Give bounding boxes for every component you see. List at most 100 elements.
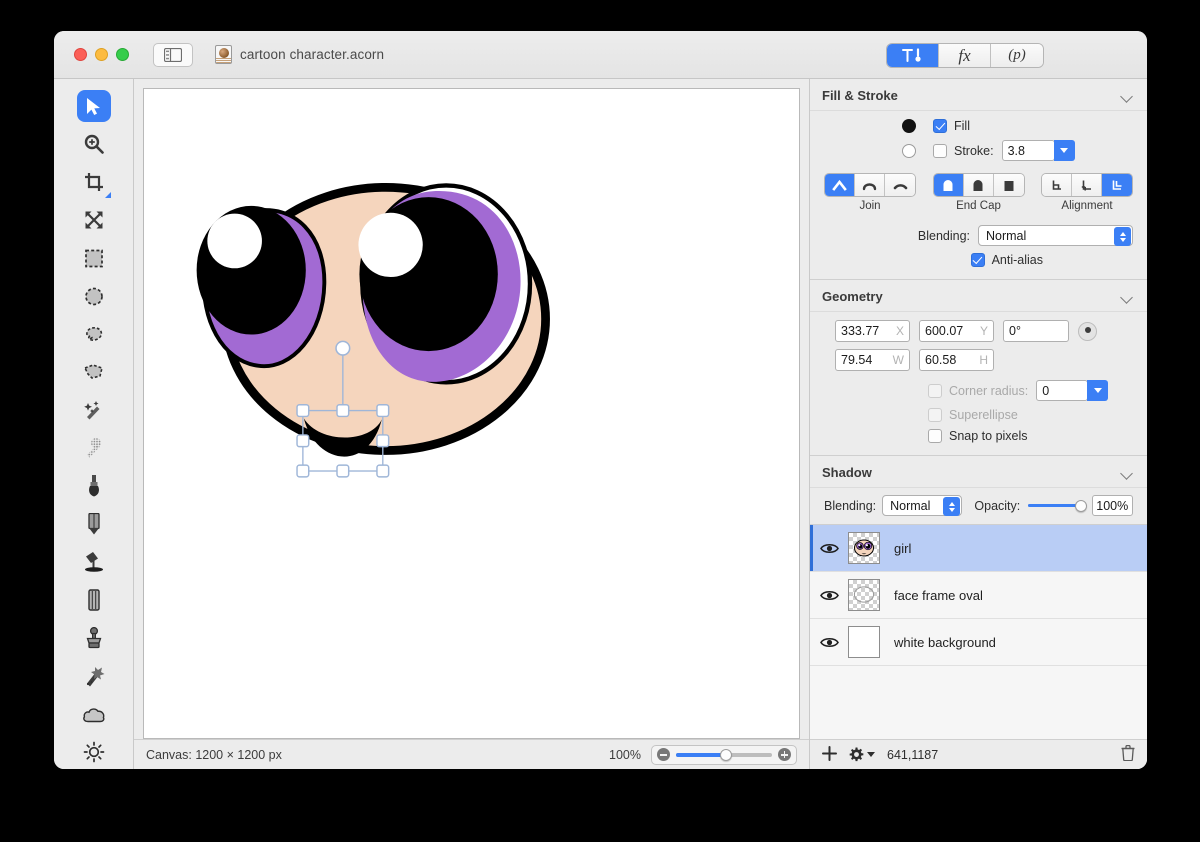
eraser-tool[interactable]: [74, 581, 114, 619]
alignment-group: Alignment: [1041, 173, 1133, 212]
layer-visibility-toggle[interactable]: [810, 589, 848, 602]
align-outside-option[interactable]: [1102, 174, 1132, 196]
canvas[interactable]: [143, 88, 800, 739]
tools-inspector-tab[interactable]: [887, 44, 939, 67]
geometry-x-field[interactable]: 333.77 X: [835, 320, 910, 342]
rotation-dial[interactable]: [1078, 321, 1097, 341]
pencil-tool[interactable]: [74, 505, 114, 543]
list-item[interactable]: girl: [810, 525, 1147, 572]
shadow-opacity-field[interactable]: 100%: [1091, 495, 1133, 516]
blending-mode-select[interactable]: Normal: [978, 225, 1133, 246]
shadow-title: Shadow: [822, 465, 872, 480]
lasso-tool[interactable]: [74, 315, 114, 353]
zoom-slider-track[interactable]: [676, 748, 772, 761]
inspector-tab-group[interactable]: fx (p): [886, 43, 1044, 68]
shadow-blending-select[interactable]: Normal: [882, 495, 963, 516]
shadow-header[interactable]: Shadow: [810, 456, 1147, 488]
minimize-button[interactable]: [95, 48, 108, 61]
join-round-option[interactable]: [855, 174, 885, 196]
chevron-down-icon[interactable]: [1121, 90, 1133, 102]
fill-checkbox[interactable]: [933, 119, 947, 133]
zoom-in-icon[interactable]: [778, 748, 791, 761]
superellipse-checkbox[interactable]: [928, 408, 942, 422]
blur-tool[interactable]: [74, 695, 114, 733]
geometry-y-field[interactable]: 600.07 Y: [919, 320, 994, 342]
corner-radius-checkbox[interactable]: [928, 383, 942, 398]
anti-alias-checkbox[interactable]: [970, 253, 985, 267]
align-inside-option[interactable]: [1042, 174, 1072, 196]
zoom-out-icon[interactable]: [657, 748, 670, 761]
sidebar-toggle-icon[interactable]: [153, 42, 193, 67]
layers-toolbar: 641,1187: [810, 739, 1147, 769]
stroke-checkbox[interactable]: [933, 143, 947, 158]
corner-radius-row: Corner radius: 0: [824, 380, 1133, 401]
stroke-color-swatch[interactable]: [902, 143, 916, 158]
crop-tool[interactable]: [74, 163, 114, 201]
close-button[interactable]: [74, 48, 87, 61]
smudge-tool[interactable]: [74, 657, 114, 695]
list-item[interactable]: white background: [810, 619, 1147, 666]
list-item[interactable]: face frame oval: [810, 572, 1147, 619]
geometry-rotation-field[interactable]: 0°: [1003, 320, 1069, 342]
polygon-lasso-tool[interactable]: [74, 353, 114, 391]
stroke-width-stepper[interactable]: [1053, 140, 1075, 161]
window-body: Canvas: 1200 × 1200 px 100% Fill & Strok…: [54, 79, 1147, 769]
layer-visibility-toggle[interactable]: [810, 542, 848, 555]
window-controls: [74, 48, 129, 61]
corner-radius-field[interactable]: 0: [1036, 380, 1089, 401]
layer-thumbnail: [848, 532, 880, 564]
shadow-opacity-slider[interactable]: [1028, 499, 1087, 512]
geometry-h-field[interactable]: 60.58 H: [919, 349, 994, 371]
shadow-opacity-knob[interactable]: [1074, 499, 1087, 512]
fill-label: Fill: [954, 119, 970, 133]
layer-visibility-toggle[interactable]: [810, 636, 848, 649]
snap-to-pixels-checkbox[interactable]: [928, 429, 942, 443]
clone-stamp-tool[interactable]: [74, 619, 114, 657]
chevron-down-icon[interactable]: [1121, 291, 1133, 303]
join-bevel-option[interactable]: [885, 174, 915, 196]
ellipse-select-tool[interactable]: [74, 277, 114, 315]
instant-alpha-icon: [83, 438, 104, 458]
delete-layer-button[interactable]: [1121, 744, 1135, 764]
join-miter-option[interactable]: [825, 174, 855, 196]
zoom-slider-control[interactable]: [651, 744, 797, 765]
cap-butt-option[interactable]: [993, 174, 1024, 196]
blending-row: Blending: Normal: [824, 225, 1133, 246]
shadow-blending-value: Normal: [890, 498, 931, 513]
p-icon: (p): [1008, 47, 1026, 63]
cap-round-option[interactable]: [933, 174, 964, 196]
align-center-option[interactable]: [1072, 174, 1102, 196]
brush-tool[interactable]: [74, 467, 114, 505]
geometry-header[interactable]: Geometry: [810, 280, 1147, 312]
rectangle-select-tool[interactable]: [74, 239, 114, 277]
filters-inspector-tab[interactable]: fx: [939, 44, 991, 67]
canvas-scroll-area: [134, 79, 809, 739]
zoom-tool[interactable]: [74, 125, 114, 163]
artwork-cartoon-girl-face[interactable]: [144, 89, 799, 738]
chevron-updown-icon: [943, 497, 961, 516]
anti-alias-label: Anti-alias: [991, 253, 1043, 267]
presets-inspector-tab[interactable]: (p): [991, 44, 1043, 67]
instant-alpha-tool[interactable]: [74, 429, 114, 467]
move-tool[interactable]: [74, 87, 114, 125]
transform-tool[interactable]: [74, 201, 114, 239]
document-title: cartoon character.acorn: [240, 47, 385, 62]
zoom-button[interactable]: [116, 48, 129, 61]
blending-mode-value: Normal: [986, 228, 1027, 243]
add-layer-button[interactable]: [822, 745, 837, 764]
fill-color-swatch[interactable]: [902, 119, 916, 133]
zoom-slider-knob[interactable]: [719, 748, 732, 761]
cap-square-option[interactable]: [963, 174, 994, 196]
chevron-down-icon[interactable]: [1121, 467, 1133, 479]
corner-radius-stepper[interactable]: [1087, 380, 1109, 401]
layers-list[interactable]: girl face frame oval white background: [810, 524, 1147, 739]
fill-stroke-header[interactable]: Fill & Stroke: [810, 79, 1147, 111]
geometry-w-field[interactable]: 79.54 W: [835, 349, 910, 371]
dodge-tool[interactable]: [74, 733, 114, 769]
paint-bucket-tool[interactable]: [74, 543, 114, 581]
layer-name: girl: [894, 540, 912, 556]
magic-wand-tool[interactable]: [74, 391, 114, 429]
layer-options-button[interactable]: [849, 747, 875, 762]
canvas-column: Canvas: 1200 × 1200 px 100%: [134, 79, 809, 769]
stroke-width-field[interactable]: 3.8: [1001, 140, 1055, 161]
